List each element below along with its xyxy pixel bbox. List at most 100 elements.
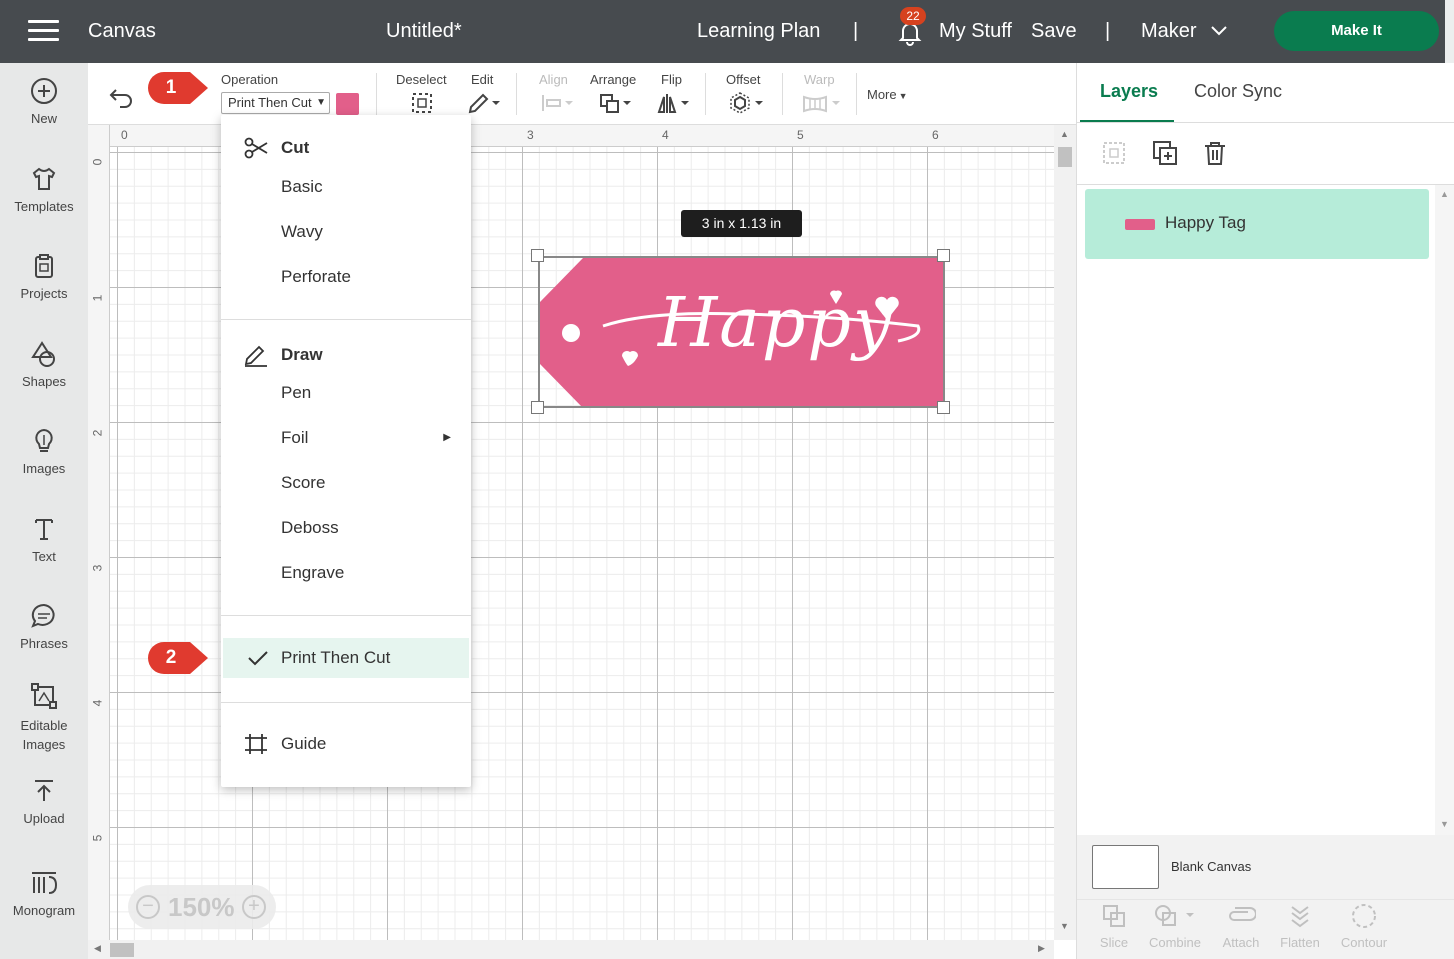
sidebar-item-phrases[interactable]: Phrases: [0, 602, 88, 651]
scroll-left-icon[interactable]: ◀: [94, 943, 101, 954]
sidebar-item-label: Upload: [23, 811, 65, 826]
menu-header-label: Cut: [281, 138, 310, 157]
zoom-control: − 150% +: [128, 885, 276, 929]
sidebar-item-upload[interactable]: Upload: [0, 777, 88, 826]
resize-handle[interactable]: [937, 249, 950, 262]
machine-label: Maker: [1141, 20, 1197, 42]
combine-icon: [1155, 905, 1194, 926]
notifications-bell-icon[interactable]: 22: [896, 7, 926, 46]
sidebar-item-new[interactable]: New: [0, 77, 88, 126]
horizontal-scrollbar[interactable]: ◀ ▶: [88, 940, 1054, 959]
vertical-scrollbar[interactable]: ▲ ▼: [1054, 125, 1076, 940]
menu-divider: [221, 702, 471, 703]
sidebar-item-label: Images: [22, 461, 66, 476]
deselect-icon[interactable]: [410, 91, 434, 115]
resize-handle[interactable]: [531, 249, 544, 262]
document-title[interactable]: Untitled*: [386, 20, 462, 43]
resize-handle[interactable]: [531, 401, 544, 414]
resize-handle[interactable]: [937, 401, 950, 414]
toolbar-divider: [856, 73, 857, 115]
sidebar-item-projects[interactable]: Projects: [0, 252, 88, 301]
tool-label: Combine: [1148, 935, 1202, 950]
scroll-up-icon[interactable]: ▲: [1060, 129, 1069, 139]
ruler-number: 3: [527, 128, 534, 142]
tab-color-sync[interactable]: Color Sync: [1194, 81, 1282, 102]
scroll-thumb[interactable]: [1058, 147, 1072, 167]
text-icon: [35, 519, 53, 540]
menu-header-cut: Cut: [221, 128, 471, 168]
menu-item-perforate[interactable]: Perforate: [221, 257, 471, 297]
menu-item-foil[interactable]: Foil ▶: [221, 418, 471, 458]
scroll-up-icon[interactable]: ▲: [1440, 189, 1449, 199]
menu-item-guide[interactable]: Guide: [221, 724, 471, 764]
scroll-down-icon[interactable]: ▼: [1440, 819, 1449, 829]
divider: |: [853, 20, 859, 42]
flip-label: Flip: [661, 72, 682, 87]
learning-plan-link[interactable]: Learning Plan: [697, 20, 820, 43]
ruler-number: 3: [90, 564, 105, 572]
tool-label: Attach: [1222, 935, 1260, 950]
callout-marker-2: 2: [146, 640, 210, 676]
align-icon: [542, 95, 573, 111]
upload-icon: [35, 780, 53, 801]
divider: |: [1105, 20, 1111, 42]
operation-select[interactable]: Print Then Cut ▼: [221, 92, 330, 114]
make-it-button[interactable]: Make It: [1274, 11, 1439, 51]
happy-tag-object[interactable]: Happy: [531, 249, 950, 414]
scroll-down-icon[interactable]: ▼: [1060, 921, 1069, 931]
chevron-down-icon: ▼: [316, 97, 326, 108]
notification-count-badge: 22: [900, 7, 926, 25]
toolbar-divider: [705, 73, 706, 115]
arrange-icon[interactable]: [598, 91, 632, 115]
warp-label: Warp: [804, 72, 835, 87]
tab-layers[interactable]: Layers: [1100, 81, 1158, 102]
sidebar-item-label: Editable Images: [20, 718, 68, 752]
save-button[interactable]: Save: [1031, 20, 1077, 43]
menu-item-deboss[interactable]: Deboss: [221, 508, 471, 548]
menu-item-pen[interactable]: Pen: [221, 373, 471, 413]
layers-scrollbar[interactable]: ▲ ▼: [1435, 185, 1454, 835]
offset-icon[interactable]: [728, 91, 764, 115]
edit-pencil-icon[interactable]: [467, 91, 501, 115]
sidebar-item-label: Templates: [14, 199, 74, 214]
scroll-right-icon[interactable]: ▶: [1038, 943, 1045, 954]
layer-item-happy-tag[interactable]: Happy Tag: [1085, 189, 1429, 259]
operation-color-swatch[interactable]: [336, 93, 359, 115]
hamburger-menu-icon[interactable]: [28, 20, 59, 42]
zoom-in-icon[interactable]: +: [242, 895, 266, 919]
my-stuff-link[interactable]: My Stuff: [939, 20, 1012, 43]
panel-divider: [1077, 122, 1454, 123]
undo-icon[interactable]: [108, 85, 134, 109]
lightbulb-icon: [35, 428, 53, 452]
size-tooltip: 3 in x 1.13 in: [681, 210, 802, 237]
sidebar-item-templates[interactable]: Templates: [0, 165, 88, 214]
app-title: Canvas: [88, 20, 156, 42]
offset-label: Offset: [726, 72, 761, 87]
trash-icon[interactable]: [1202, 140, 1228, 166]
menu-item-score[interactable]: Score: [221, 463, 471, 503]
machine-selector[interactable]: Maker: [1141, 20, 1228, 43]
sidebar-item-label: Phrases: [20, 636, 68, 651]
vertical-ruler: 0 1 2 3 4 5: [88, 125, 110, 940]
menu-item-basic[interactable]: Basic: [221, 167, 471, 207]
scroll-thumb[interactable]: [110, 943, 134, 957]
editable-image-icon: [31, 683, 57, 709]
sidebar-item-monogram[interactable]: Monogram: [0, 869, 88, 918]
flip-icon[interactable]: [656, 91, 690, 115]
menu-item-print-then-cut[interactable]: Print Then Cut: [223, 638, 469, 678]
selection-frame: [538, 256, 945, 408]
sidebar-item-shapes[interactable]: Shapes: [0, 340, 88, 389]
duplicate-icon[interactable]: [1152, 140, 1178, 166]
zoom-out-icon[interactable]: −: [136, 895, 160, 919]
sidebar-item-editable-images[interactable]: Editable Images: [0, 682, 88, 754]
sidebar-item-images[interactable]: Images: [0, 427, 88, 476]
menu-item-wavy[interactable]: Wavy: [221, 212, 471, 252]
menu-header-draw: Draw: [221, 335, 471, 375]
more-button[interactable]: More ▼: [867, 87, 908, 102]
menu-item-engrave[interactable]: Engrave: [221, 553, 471, 593]
sidebar-item-text[interactable]: Text: [0, 515, 88, 564]
pen-icon: [244, 345, 267, 367]
ruler-number: 4: [662, 128, 669, 142]
blank-canvas-swatch[interactable]: [1092, 845, 1159, 889]
tool-label: Slice: [1099, 935, 1129, 950]
